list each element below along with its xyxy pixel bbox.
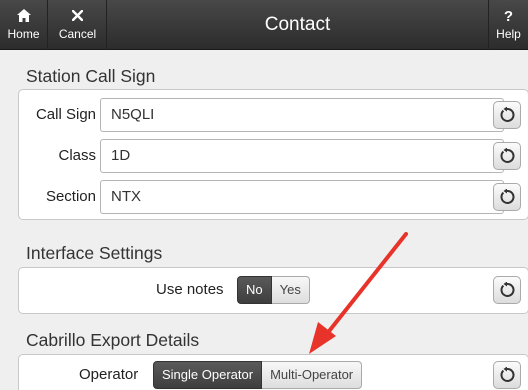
reset-icon [500, 148, 515, 163]
reset-icon [500, 367, 515, 382]
use-notes-reset-button[interactable] [493, 276, 521, 304]
call-sign-reset-button[interactable] [493, 101, 521, 129]
reset-icon [500, 282, 515, 297]
section-field[interactable]: NTX [100, 180, 504, 214]
reset-icon [500, 107, 515, 122]
operator-toggle: Single Operator Multi-Operator [153, 361, 363, 389]
section-row: Section NTX [19, 180, 528, 214]
section-reset-button[interactable] [493, 183, 521, 211]
reset-icon [500, 189, 515, 204]
help-label: Help [496, 27, 521, 41]
use-notes-no-option[interactable]: No [237, 276, 272, 304]
single-operator-option[interactable]: Single Operator [153, 361, 263, 389]
cancel-label: Cancel [58, 27, 97, 41]
operator-label: Operator [79, 366, 139, 383]
use-notes-label: Use notes [156, 281, 224, 298]
class-label: Class [58, 147, 96, 164]
header-bar: Home Cancel Contact ? Help [0, 0, 528, 50]
multi-operator-option[interactable]: Multi-Operator [262, 361, 363, 389]
home-label: Home [7, 27, 40, 41]
station-panel: Call Sign N5QLI Class 1D Section NTX [18, 89, 528, 220]
class-field[interactable]: 1D [100, 139, 504, 173]
cabrillo-panel: Operator Single Operator Multi-Operator [18, 354, 528, 390]
help-button[interactable]: ? Help [488, 0, 528, 50]
interface-section-title: Interface Settings [26, 243, 163, 263]
station-section-title: Station Call Sign [26, 66, 156, 86]
close-icon [71, 9, 84, 25]
call-sign-field[interactable]: N5QLI [100, 98, 504, 132]
help-icon: ? [503, 8, 514, 25]
call-sign-row: Call Sign N5QLI [19, 98, 528, 132]
operator-reset-button[interactable] [493, 361, 521, 389]
page-title: Contact [264, 14, 331, 35]
use-notes-yes-option[interactable]: Yes [271, 276, 310, 304]
class-reset-button[interactable] [493, 142, 521, 170]
call-sign-label: Call Sign [35, 106, 96, 123]
section-label: Section [45, 188, 96, 205]
cancel-button[interactable]: Cancel [49, 0, 107, 50]
class-row: Class 1D [19, 139, 528, 173]
interface-panel: Use notes No Yes [18, 267, 528, 314]
home-button[interactable]: Home [0, 0, 48, 50]
use-notes-toggle: No Yes [237, 276, 310, 304]
home-icon [16, 9, 31, 25]
cabrillo-section-title: Cabrillo Export Details [26, 330, 200, 350]
